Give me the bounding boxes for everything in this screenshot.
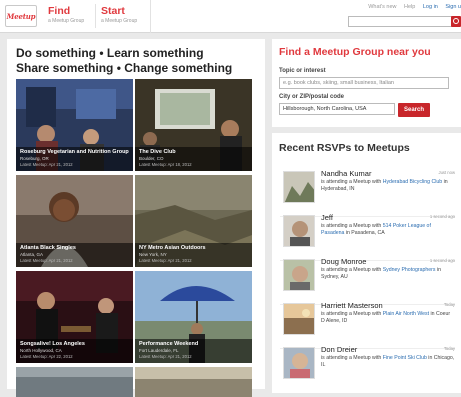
group-tile[interactable]: Atlanta Black Singles Atlanta, GA Latest… xyxy=(16,175,133,267)
group-tile[interactable] xyxy=(16,367,133,397)
avatar[interactable] xyxy=(283,215,315,247)
rsvp-panel-title: Recent RSVPs to Meetups xyxy=(279,142,410,154)
start-link-subtitle: a Meetup Group xyxy=(101,18,138,24)
latest-meetup: Latest Meetup: Apr 22, 2012 xyxy=(20,354,73,359)
rsvp-group-link[interactable]: Hyderabad Bicycling Club xyxy=(383,179,442,185)
rsvp-text: is attending a Meetup with xyxy=(321,311,383,317)
hero-tagline: Do something • Learn something Share som… xyxy=(16,46,232,76)
rsvp-item: Don Dreier Today is attending a Meetup w… xyxy=(272,343,461,393)
city-label: City or ZIP/postal code xyxy=(279,94,345,100)
group-name[interactable]: Performance Weekend xyxy=(139,341,248,348)
search-icon[interactable] xyxy=(451,16,461,27)
group-photo xyxy=(16,367,133,397)
group-tile[interactable]: Performance Weekend Fort Lauderdale, FL … xyxy=(135,271,252,363)
find-search-button[interactable]: Search xyxy=(398,103,430,117)
help-link[interactable]: Help xyxy=(404,4,415,10)
rsvp-description: is attending a Meetup with Hyderabad Bic… xyxy=(321,179,455,193)
group-tile[interactable] xyxy=(135,367,252,397)
start-link-title: Start xyxy=(101,5,125,17)
rsvp-group-link[interactable]: Plain Air North West xyxy=(383,311,429,317)
avatar[interactable] xyxy=(283,303,315,335)
find-link-title: Find xyxy=(48,5,71,17)
city-input[interactable]: Hillsborough, North Carolina, USA xyxy=(279,103,395,115)
find-panel-title: Find a Meetup Group near you xyxy=(279,46,431,58)
latest-meetup: Latest Meetup: Apr 21, 2012 xyxy=(139,258,192,263)
tagline-line-2: Share something • Change something xyxy=(16,61,233,75)
latest-meetup: Latest Meetup: Apr 18, 2012 xyxy=(139,162,192,167)
latest-meetup: Latest Meetup: Apr 21, 2012 xyxy=(20,258,73,263)
rsvp-name[interactable]: Harriett Masterson xyxy=(321,301,383,310)
latest-meetup: Latest Meetup: Apr 21, 2012 xyxy=(20,162,73,167)
rsvp-place: in Pasadena, CA xyxy=(344,230,385,237)
rsvp-item: Harriett Masterson Today is attending a … xyxy=(272,299,461,349)
topic-label: Topic or interest xyxy=(279,68,326,74)
header-search-input[interactable] xyxy=(348,16,452,27)
header-divider xyxy=(95,4,96,28)
rsvp-item: Nandha Kumar Just now is attending a Mee… xyxy=(272,167,461,217)
group-name[interactable]: Roseburg Vegetarian and Nutrition Group xyxy=(20,149,129,156)
whats-new-link[interactable]: What's new xyxy=(368,4,396,10)
recent-rsvps-panel: Recent RSVPs to Meetups Nandha Kumar Jus… xyxy=(272,133,461,393)
avatar[interactable] xyxy=(283,171,315,203)
rsvp-name[interactable]: Nandha Kumar xyxy=(321,169,371,178)
group-photo xyxy=(135,367,252,397)
group-tile[interactable]: Roseburg Vegetarian and Nutrition Group … xyxy=(16,79,133,171)
topic-input[interactable]: e.g. book clubs, skiing, small business,… xyxy=(279,77,449,89)
group-name[interactable]: NY Metro Asian Outdoors xyxy=(139,245,248,252)
rsvp-text: is attending a Meetup with xyxy=(321,267,383,273)
group-caption: NY Metro Asian Outdoors New York, NY Lat… xyxy=(135,243,252,267)
rsvp-group-link[interactable]: Fine Point Ski Club xyxy=(383,355,427,361)
rsvp-text: is attending a Meetup with xyxy=(321,179,383,185)
find-group-panel: Find a Meetup Group near you Topic or in… xyxy=(272,39,461,127)
find-group-link[interactable]: Find a Meetup Group xyxy=(48,5,84,25)
find-link-subtitle: a Meetup Group xyxy=(48,18,85,24)
group-caption: The Dive Club Boulder, CO Latest Meetup:… xyxy=(135,147,252,171)
group-name[interactable]: Songsalive! Los Angeles xyxy=(20,341,129,348)
rsvp-text: is attending a Meetup with xyxy=(321,223,383,229)
group-caption: Songsalive! Los Angeles North Hollywood,… xyxy=(16,339,133,363)
rsvp-time: 1 second ago xyxy=(429,214,455,219)
rsvp-time: Today xyxy=(443,346,455,351)
signup-link[interactable]: Sign u xyxy=(445,4,461,10)
group-caption: Roseburg Vegetarian and Nutrition Group … xyxy=(16,147,133,171)
group-caption: Performance Weekend Fort Lauderdale, FL … xyxy=(135,339,252,363)
rsvp-time: Just now xyxy=(438,170,455,175)
rsvp-name[interactable]: Jeff xyxy=(321,213,333,222)
tagline-line-1: Do something • Learn something xyxy=(16,46,204,60)
latest-meetup: Latest Meetup: Apr 21, 2012 xyxy=(139,354,192,359)
rsvp-description: is attending a Meetup with 514 Poker Lea… xyxy=(321,223,455,237)
group-caption: Atlanta Black Singles Atlanta, GA Latest… xyxy=(16,243,133,267)
rsvp-description: is attending a Meetup with Plain Air Nor… xyxy=(321,311,455,325)
group-name[interactable]: The Dive Club xyxy=(139,149,248,156)
meetup-logo[interactable]: Meetup xyxy=(5,5,37,27)
rsvp-time: 1 second ago xyxy=(429,258,455,263)
rsvp-group-link[interactable]: Sydney Photographers xyxy=(383,267,436,273)
rsvp-item: Jeff 1 second ago is attending a Meetup … xyxy=(272,211,461,261)
group-name[interactable]: Atlanta Black Singles xyxy=(20,245,129,252)
top-header: Meetup Find a Meetup Group Start a Meetu… xyxy=(0,0,461,33)
group-tile[interactable]: NY Metro Asian Outdoors New York, NY Lat… xyxy=(135,175,252,267)
login-link[interactable]: Log in xyxy=(423,4,438,10)
rsvp-item: Doug Monroe 1 second ago is attending a … xyxy=(272,255,461,305)
rsvp-description: is attending a Meetup with Fine Point Sk… xyxy=(321,355,455,369)
group-tile[interactable]: The Dive Club Boulder, CO Latest Meetup:… xyxy=(135,79,252,171)
rsvp-name[interactable]: Don Dreier xyxy=(321,345,357,354)
rsvp-time: Today xyxy=(443,302,455,307)
group-tile[interactable]: Songsalive! Los Angeles North Hollywood,… xyxy=(16,271,133,363)
rsvp-description: is attending a Meetup with Sydney Photog… xyxy=(321,267,455,281)
start-group-link[interactable]: Start a Meetup Group xyxy=(101,5,137,25)
logo-wordmark: Meetup xyxy=(6,11,36,21)
avatar[interactable] xyxy=(283,347,315,379)
avatar[interactable] xyxy=(283,259,315,291)
header-divider xyxy=(150,0,151,33)
featured-groups-panel: Do something • Learn something Share som… xyxy=(7,39,265,397)
top-nav: What's new Help Log in Sign u xyxy=(362,4,461,10)
rsvp-text: is attending a Meetup with xyxy=(321,355,383,361)
rsvp-name[interactable]: Doug Monroe xyxy=(321,257,366,266)
